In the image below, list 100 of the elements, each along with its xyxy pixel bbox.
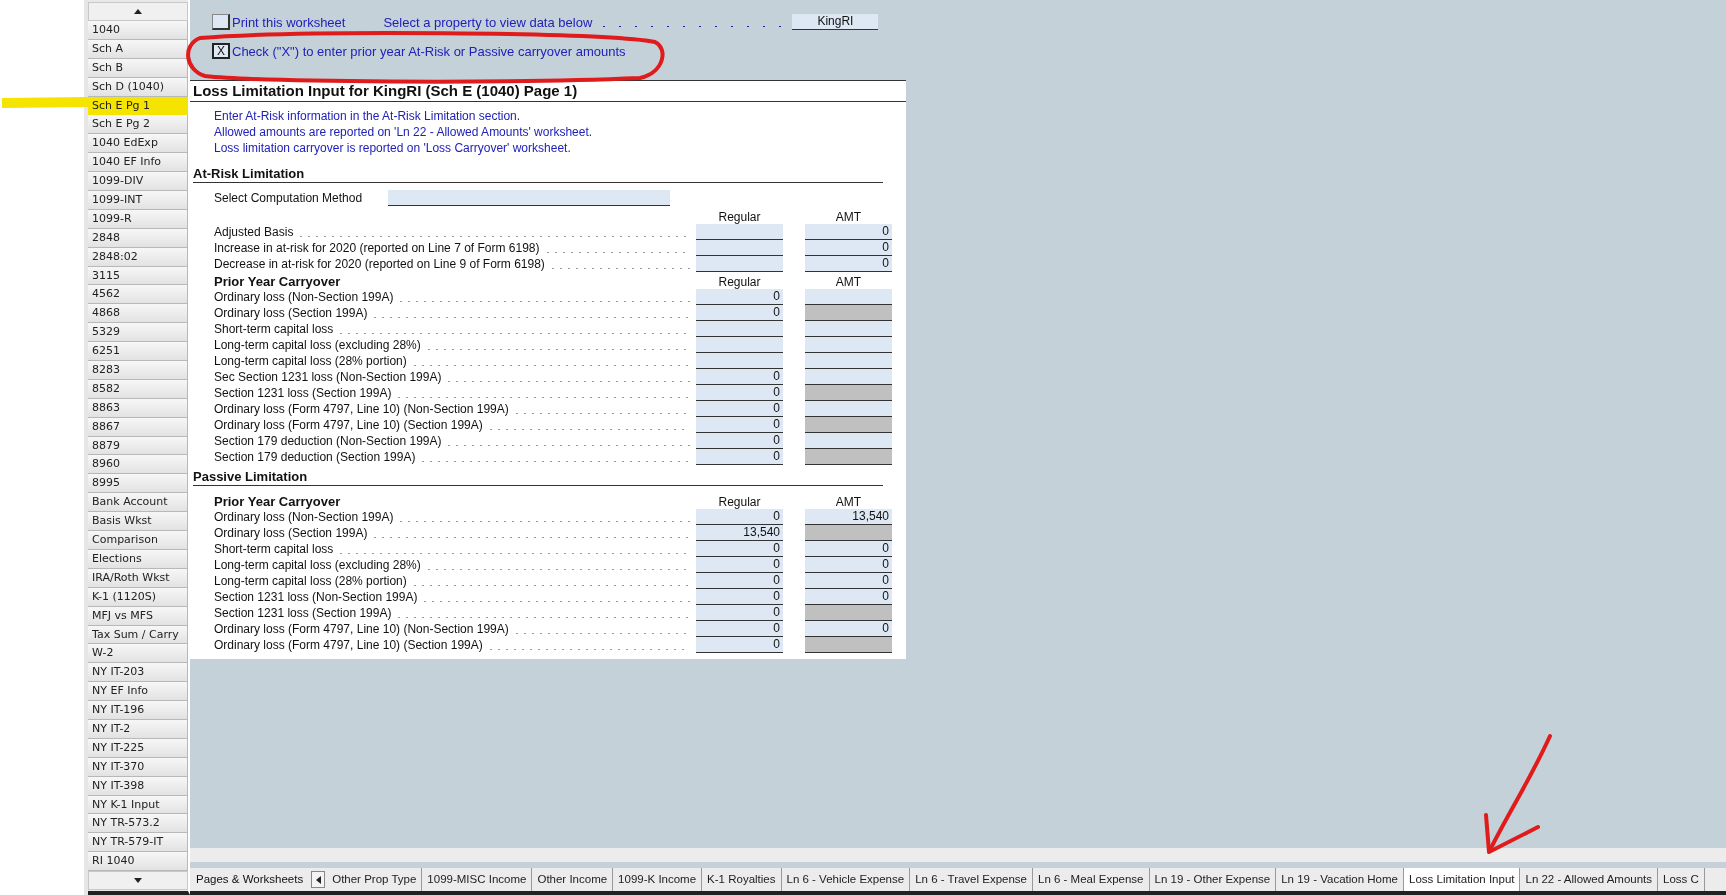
input-field[interactable]: 0 <box>805 256 892 272</box>
input-field[interactable]: 0 <box>696 621 783 637</box>
input-field[interactable]: 0 <box>696 509 783 525</box>
row-label: Ordinary loss (Non-Section 199A) <box>214 290 394 304</box>
sidebar-item[interactable]: W-2 <box>88 644 188 664</box>
input-field[interactable] <box>696 256 783 272</box>
input-field[interactable]: 0 <box>696 573 783 589</box>
up-arrow-icon <box>134 9 142 14</box>
subsection-heading: Prior Year Carryover <box>214 274 341 289</box>
input-field[interactable]: 0 <box>696 305 783 321</box>
column-header: AMT <box>834 210 863 224</box>
input-field[interactable] <box>805 289 892 305</box>
input-field[interactable] <box>805 401 892 417</box>
worksheet-tab[interactable]: Ln 6 - Meal Expense <box>1033 868 1150 891</box>
input-field[interactable]: 0 <box>696 449 783 465</box>
input-field[interactable]: 0 <box>805 224 892 240</box>
sidebar-item[interactable]: RI 1040 <box>88 852 188 872</box>
column-header: Regular <box>717 275 762 289</box>
input-field[interactable]: 0 <box>805 541 892 557</box>
row-label: Ordinary loss (Non-Section 199A) <box>214 510 394 524</box>
row-label: Section 1231 loss (Section 199A) <box>214 606 392 620</box>
input-field[interactable] <box>805 433 892 449</box>
row-label: Short-term capital loss <box>214 322 334 336</box>
row-label: Decrease in at-risk for 2020 (reported on Line 9 of Form 6198) <box>214 257 545 271</box>
row-label: Ordinary loss (Form 4797, Line 10) (Non-Section 199A) <box>214 402 509 416</box>
input-field[interactable]: 0 <box>696 289 783 305</box>
row-label: Section 179 deduction (Non-Section 199A) <box>214 434 442 448</box>
input-field[interactable] <box>696 337 783 353</box>
row-label: Section 1231 loss (Non-Section 199A) <box>214 590 418 604</box>
input-field[interactable] <box>696 353 783 369</box>
worksheet-tab[interactable]: Ln 6 - Travel Expense <box>910 868 1033 891</box>
sidebar-item[interactable]: NY IT-196 <box>88 701 188 720</box>
sidebar-item[interactable]: 4868 <box>88 304 188 324</box>
previous-tab-button[interactable] <box>311 871 326 888</box>
sidebar-item[interactable]: 6251 <box>88 342 188 362</box>
row-label: Ordinary loss (Form 4797, Line 10) (Section 199A) <box>214 638 483 652</box>
sidebar-item[interactable]: 4562 <box>88 285 188 305</box>
input-field[interactable] <box>696 321 783 337</box>
input-field[interactable] <box>696 224 783 240</box>
input-field[interactable]: 13,540 <box>696 525 783 541</box>
input-field[interactable]: 0 <box>696 401 783 417</box>
worksheet-tab[interactable]: Loss C <box>1658 868 1705 891</box>
worksheet-tab[interactable]: 1099-MISC Income <box>422 868 533 891</box>
input-field[interactable] <box>696 240 783 256</box>
sidebar-item[interactable]: 1099-INT <box>88 191 188 210</box>
input-field[interactable]: 0 <box>805 621 892 637</box>
worksheet-tab[interactable]: Other Income <box>532 868 614 891</box>
input-field[interactable]: 0 <box>696 557 783 573</box>
sidebar-item[interactable]: NY TR-579-IT <box>88 833 188 853</box>
section-heading: At-Risk Limitation <box>193 166 883 183</box>
worksheet-tab[interactable]: Loss Limitation Input <box>1404 868 1521 891</box>
row-label: Ordinary loss (Form 4797, Line 10) (Non-Section 199A) <box>214 622 509 636</box>
sidebar-item[interactable]: 1040 EF Info <box>88 153 188 173</box>
row-label: Long-term capital loss (28% portion) <box>214 354 407 368</box>
row-label: Ordinary loss (Form 4797, Line 10) (Section 199A) <box>214 418 483 432</box>
sidebar-item[interactable]: 1040 EdExp <box>88 134 188 154</box>
dropdown-field[interactable] <box>388 190 671 206</box>
horizontal-scrollbar[interactable] <box>190 848 1726 862</box>
input-field[interactable]: 0 <box>805 240 892 256</box>
input-field[interactable]: 0 <box>696 369 783 385</box>
sidebar-item[interactable]: 8960 <box>88 455 188 475</box>
input-field[interactable] <box>805 337 892 353</box>
sidebar-item[interactable]: Sch E Pg 2 <box>88 115 188 135</box>
sidebar-item[interactable]: NY TR-573.2 <box>88 814 188 834</box>
worksheet-tab[interactable]: Ln 6 - Vehicle Expense <box>781 868 911 891</box>
input-field[interactable] <box>805 321 892 337</box>
worksheet-tab[interactable]: Ln 19 - Other Expense <box>1149 868 1277 891</box>
input-field[interactable]: 0 <box>805 557 892 573</box>
sidebar-item[interactable]: 1040 <box>88 21 188 40</box>
input-field[interactable]: 0 <box>805 589 892 605</box>
checkbox-label: Check ("X") to enter prior year At-Risk or Passive carryover amounts <box>232 43 626 59</box>
sidebar-item[interactable]: Comparison <box>88 531 188 550</box>
form-title: Loss Limitation Input for KingRI (Sch E (1040) Page 1) <box>190 81 906 102</box>
sidebar-item[interactable]: NY EF Info <box>88 682 188 702</box>
sidebar-item[interactable]: 8283 <box>88 361 188 380</box>
input-field[interactable]: 0 <box>696 433 783 449</box>
input-field[interactable]: 0 <box>696 541 783 557</box>
sidebar-item[interactable]: 8995 <box>88 474 188 494</box>
property-field[interactable]: KingRI <box>792 14 879 30</box>
input-field[interactable]: 0 <box>696 637 783 653</box>
sidebar-item[interactable]: 5329 <box>88 323 188 343</box>
worksheet-tab[interactable]: Other Prop Type <box>327 868 423 891</box>
input-field[interactable]: 0 <box>696 385 783 401</box>
checkbox[interactable] <box>212 14 230 30</box>
input-field[interactable]: 13,540 <box>805 509 892 525</box>
subsection-heading: Prior Year Carryover <box>214 494 341 509</box>
input-field[interactable] <box>805 353 892 369</box>
input-field[interactable]: 0 <box>696 589 783 605</box>
sidebar-item[interactable]: 1099-DIV <box>88 172 188 191</box>
worksheet-tab[interactable]: Ln 22 - Allowed Amounts <box>1520 868 1659 891</box>
worksheet-tab[interactable]: K-1 Royalties <box>702 868 782 891</box>
input-field[interactable] <box>805 369 892 385</box>
sidebar-item[interactable]: Basis Wkst <box>88 512 188 532</box>
sidebar-item[interactable]: Bank Account <box>88 493 188 513</box>
input-field[interactable]: 0 <box>696 417 783 433</box>
input-field[interactable]: 0 <box>805 573 892 589</box>
sidebar-item[interactable]: NY IT-203 <box>88 663 188 683</box>
checkbox[interactable]: X <box>212 43 230 59</box>
worksheet-tab[interactable]: 1099-K Income <box>613 868 703 891</box>
input-field[interactable]: 0 <box>696 605 783 621</box>
